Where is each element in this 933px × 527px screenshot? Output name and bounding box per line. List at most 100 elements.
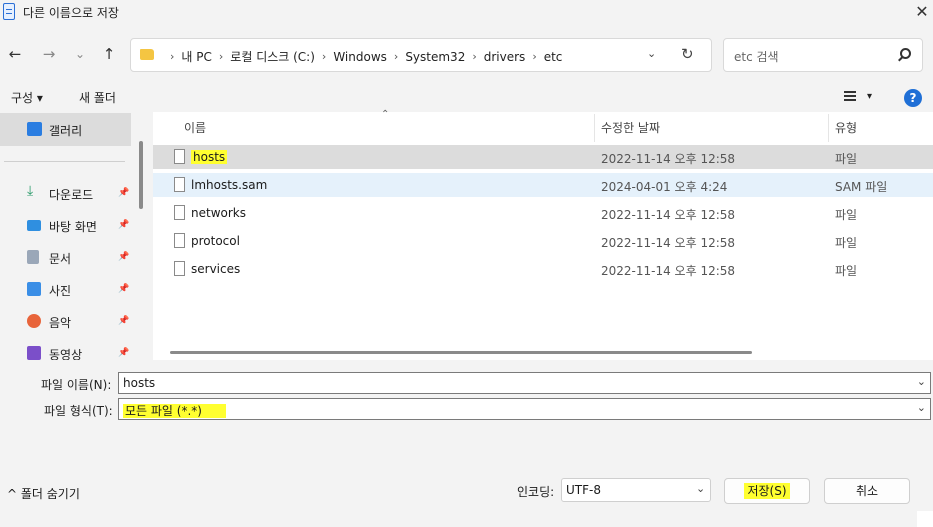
chevron-down-icon[interactable]: ⌄ [917, 401, 926, 414]
encoding-select[interactable]: UTF-8 ⌄ [561, 478, 711, 502]
chevron-down-icon[interactable]: ⌄ [917, 375, 926, 388]
sidebar-item-pictures[interactable]: 사진 📌 [0, 276, 131, 304]
new-folder-button[interactable]: 새 폴더 [79, 89, 116, 106]
sidebar-item-documents[interactable]: 문서 📌 [0, 244, 131, 272]
sidebar-item-downloads[interactable]: ⤓ 다운로드 📌 [0, 180, 131, 208]
file-name: hosts [191, 150, 228, 164]
chevron-right-icon[interactable]: › [219, 50, 223, 63]
file-icon [174, 261, 185, 276]
chevron-right-icon[interactable]: › [394, 50, 398, 63]
sidebar-scrollbar[interactable] [139, 141, 143, 209]
help-button[interactable]: ? [904, 89, 922, 107]
cancel-button[interactable]: 취소 [824, 478, 910, 504]
gallery-icon [27, 122, 42, 136]
recent-locations-button[interactable]: ⌄ [69, 43, 91, 65]
sidebar-item-label: 바탕 화면 [49, 220, 97, 234]
pin-icon[interactable]: 📌 [118, 252, 129, 262]
pictures-icon [27, 282, 41, 296]
file-list: ⌃ 이름 수정한 날짜 유형 hosts 2022-11-14 오후 12:58… [153, 109, 933, 360]
table-row[interactable]: protocol 2022-11-14 오후 12:58 파일 [153, 229, 933, 253]
filetype-label: 파일 형식(T): [44, 404, 113, 418]
search-box[interactable]: etc 검색 [723, 38, 923, 72]
back-button[interactable]: ← [4, 43, 26, 65]
file-icon [174, 149, 185, 164]
chevron-right-icon[interactable]: › [472, 50, 476, 63]
forward-button[interactable]: → [38, 43, 60, 65]
filename-field[interactable]: hosts ⌄ [118, 372, 931, 394]
sidebar-item-label: 다운로드 [49, 188, 94, 202]
file-type: 파일 [835, 264, 858, 278]
folder-icon [140, 49, 154, 60]
search-icon[interactable] [900, 48, 911, 59]
view-menu-icon[interactable] [844, 91, 856, 103]
column-header-modified[interactable]: 수정한 날짜 [601, 119, 660, 136]
pin-icon[interactable]: 📌 [118, 188, 129, 198]
chevron-right-icon[interactable]: › [322, 50, 326, 63]
sidebar-item-desktop[interactable]: 바탕 화면 📌 [0, 212, 131, 240]
chevron-right-icon[interactable]: › [532, 50, 536, 63]
table-row[interactable]: services 2022-11-14 오후 12:58 파일 [153, 257, 933, 281]
save-button[interactable]: 저장(S) [724, 478, 810, 504]
save-button-label: 저장(S) [744, 483, 790, 499]
pin-icon[interactable]: 📌 [118, 348, 129, 358]
sidebar-item-label: 갤러리 [49, 124, 83, 138]
desktop-icon [27, 220, 41, 231]
address-bar[interactable]: › 내 PC › 로컬 디스크 (C:) › Windows › System3… [130, 38, 712, 72]
view-menu-chevron[interactable]: ▾ [867, 91, 872, 102]
pin-icon[interactable]: 📌 [118, 316, 129, 326]
file-type: SAM 파일 [835, 180, 888, 194]
file-type: 파일 [835, 208, 858, 222]
breadcrumb-item[interactable]: System32 [405, 50, 465, 64]
filename-label: 파일 이름(N): [41, 378, 112, 392]
file-name: networks [191, 206, 246, 220]
breadcrumb-item[interactable]: drivers [484, 50, 526, 64]
filetype-value: 모든 파일 (*.*) [123, 404, 226, 418]
notepad-icon [3, 3, 15, 20]
file-icon [174, 233, 185, 248]
column-header-type[interactable]: 유형 [835, 119, 857, 136]
table-row[interactable]: lmhosts.sam 2024-04-01 오후 4:24 SAM 파일 [153, 173, 933, 197]
organize-menu[interactable]: 구성 ▾ [11, 89, 43, 106]
table-row[interactable]: networks 2022-11-14 오후 12:58 파일 [153, 201, 933, 225]
title-bar: 다른 이름으로 저장 ✕ [0, 0, 933, 26]
sidebar-item-gallery[interactable]: 갤러리 [0, 113, 131, 146]
filetype-select[interactable]: 모든 파일 (*.*) ⌄ [118, 398, 931, 420]
file-icon [174, 177, 185, 192]
file-name: protocol [191, 234, 240, 248]
breadcrumb-item[interactable]: 로컬 디스크 (C:) [230, 48, 315, 65]
horizontal-scrollbar[interactable] [170, 351, 752, 354]
up-button[interactable]: ↑ [98, 43, 120, 65]
column-divider[interactable] [828, 114, 829, 142]
video-icon [27, 346, 41, 360]
breadcrumb-item[interactable]: Windows [333, 50, 387, 64]
navigation-pane: 갤러리 ⤓ 다운로드 📌 바탕 화면 📌 문서 📌 사진 📌 음악 📌 동영상 … [0, 112, 150, 360]
breadcrumb-item[interactable]: etc [544, 50, 563, 64]
column-divider[interactable] [594, 114, 595, 142]
pin-icon[interactable]: 📌 [118, 220, 129, 230]
file-name: services [191, 262, 241, 276]
chevron-right-icon: › [170, 50, 175, 63]
file-type: 파일 [835, 236, 858, 250]
breadcrumb-item[interactable]: 내 PC [181, 48, 211, 65]
sidebar-item-videos[interactable]: 동영상 📌 [0, 340, 131, 360]
filename-input[interactable]: hosts [123, 376, 155, 390]
sidebar-item-label: 동영상 [49, 348, 83, 360]
table-row[interactable]: hosts 2022-11-14 오후 12:58 파일 [153, 145, 933, 169]
file-name: lmhosts.sam [191, 178, 268, 192]
close-button[interactable]: ✕ [913, 2, 931, 22]
address-dropdown-button[interactable]: ⌄ [647, 47, 656, 60]
column-header-name[interactable]: 이름 [184, 119, 206, 136]
file-date: 2022-11-14 오후 12:58 [601, 236, 736, 250]
resize-grip[interactable] [917, 511, 933, 527]
document-icon [27, 250, 39, 264]
divider [4, 161, 125, 162]
search-input[interactable]: etc 검색 [734, 48, 779, 65]
chevron-down-icon[interactable]: ⌄ [696, 482, 705, 495]
window-title: 다른 이름으로 저장 [23, 6, 119, 20]
refresh-button[interactable]: ↻ [681, 45, 694, 63]
sidebar-item-music[interactable]: 음악 📌 [0, 308, 131, 336]
pin-icon[interactable]: 📌 [118, 284, 129, 294]
hide-folders-button[interactable]: ^ 폴더 숨기기 [7, 485, 80, 502]
file-date: 2022-11-14 오후 12:58 [601, 152, 736, 166]
download-icon: ⤓ [27, 183, 34, 199]
